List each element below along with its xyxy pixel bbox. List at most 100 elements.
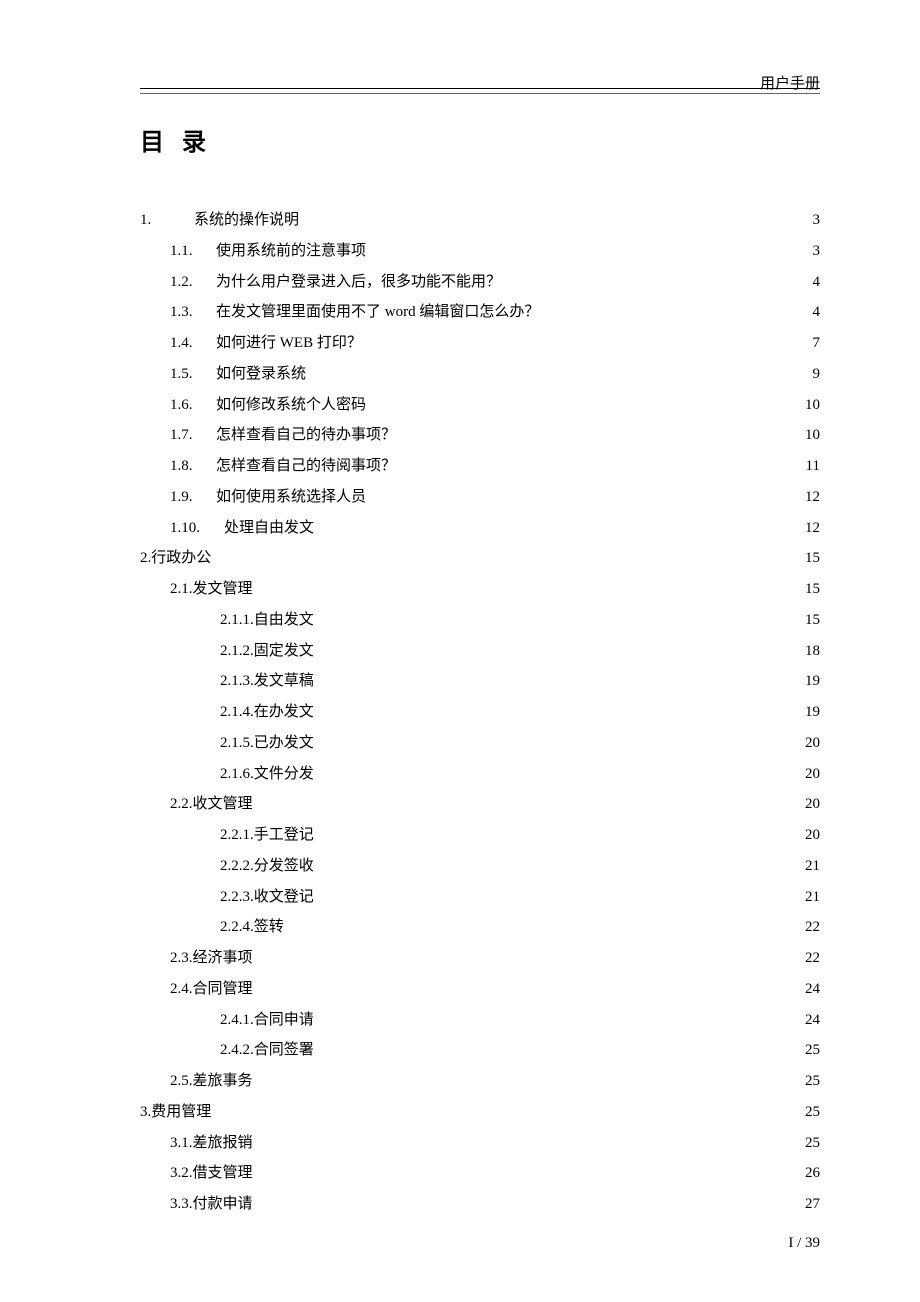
header-rule-top — [140, 88, 820, 89]
toc-page: 15 — [802, 605, 820, 636]
toc-text: 系统的操作说明 — [194, 205, 299, 236]
toc-page: 20 — [802, 789, 820, 820]
toc-row: 2.行政办公 15 — [140, 543, 820, 574]
toc-text: 3.费用管理 — [140, 1097, 211, 1128]
toc-page: 12 — [802, 482, 820, 513]
toc-text: 2.1.6.文件分发 — [220, 759, 314, 790]
toc-text: 如何修改系统个人密码 — [216, 390, 366, 421]
toc-number: 1.7. — [170, 420, 216, 451]
toc-row: 1.5.如何登录系统 9 — [140, 359, 820, 390]
toc-number: 1.6. — [170, 390, 216, 421]
toc-page: 12 — [802, 513, 820, 544]
toc-row: 1.9.如何使用系统选择人员 12 — [140, 482, 820, 513]
toc-text: 3.1.差旅报销 — [170, 1128, 253, 1159]
toc-text: 3.3.付款申请 — [170, 1189, 253, 1220]
toc-page: 10 — [802, 420, 820, 451]
toc-page: 22 — [802, 943, 820, 974]
toc-page: 18 — [802, 636, 820, 667]
toc-row: 2.3.经济事项 22 — [140, 943, 820, 974]
toc-page: 19 — [802, 666, 820, 697]
toc-text: 2.2.收文管理 — [170, 789, 253, 820]
toc-text: 2.1.1.自由发文 — [220, 605, 314, 636]
toc-row: 2.5.差旅事务25 — [140, 1066, 820, 1097]
toc-row: 1.8.怎样查看自己的待阅事项？ 11 — [140, 451, 820, 482]
toc-page: 3 — [802, 236, 820, 267]
toc-page: 9 — [802, 359, 820, 390]
toc-heading: 目 录 — [140, 122, 820, 157]
toc-text: 2.4.2.合同签署 — [220, 1035, 314, 1066]
toc-page: 15 — [802, 543, 820, 574]
toc-text: 2.1.5.已办发文 — [220, 728, 314, 759]
toc-text: 2.2.1.手工登记 — [220, 820, 314, 851]
toc-text: 如何进行 WEB 打印？ — [216, 328, 362, 359]
toc-text: 怎样查看自己的待办事项？ — [216, 420, 396, 451]
toc-text: 2.4.合同管理 — [170, 974, 253, 1005]
toc-text: 怎样查看自己的待阅事项？ — [216, 451, 396, 482]
header-title: 用户手册 — [760, 72, 820, 93]
toc-page: 3 — [802, 205, 820, 236]
toc-page: 25 — [802, 1097, 820, 1128]
toc-number: 1.1. — [170, 236, 216, 267]
toc-number: 1.8. — [170, 451, 216, 482]
toc-row: 2.1.3.发文草稿 19 — [140, 666, 820, 697]
toc-page: 10 — [802, 390, 820, 421]
toc-page: 15 — [802, 574, 820, 605]
toc-page: 24 — [802, 1005, 820, 1036]
toc-page: 27 — [802, 1189, 820, 1220]
toc-row: 2.1.2.固定发文18 — [140, 636, 820, 667]
toc-row: 1.2.为什么用户登录进入后，很多功能不能用？ 4 — [140, 267, 820, 298]
toc-text: 2.3.经济事项 — [170, 943, 253, 974]
toc-page: 4 — [802, 267, 820, 298]
toc-row: 2.4.2.合同签署 25 — [140, 1035, 820, 1066]
toc-text: 为什么用户登录进入后，很多功能不能用？ — [216, 267, 501, 298]
toc-row: 2.4.1.合同申请 24 — [140, 1005, 820, 1036]
toc-page: 25 — [802, 1128, 820, 1159]
toc-number: 1.5. — [170, 359, 216, 390]
toc-page: 21 — [802, 851, 820, 882]
toc-text: 2.行政办公 — [140, 543, 211, 574]
toc-row: 1.10.处理自由发文12 — [140, 513, 820, 544]
toc-row: 1.7.怎样查看自己的待办事项？ 10 — [140, 420, 820, 451]
page-footer: I / 39 — [788, 1235, 820, 1252]
document-page: 用户手册 目 录 1.系统的操作说明31.1.使用系统前的注意事项31.2.为什… — [0, 0, 920, 1302]
toc-list: 1.系统的操作说明31.1.使用系统前的注意事项31.2.为什么用户登录进入后，… — [140, 205, 820, 1220]
toc-row: 3.1.差旅报销 25 — [140, 1128, 820, 1159]
toc-number: 1.4. — [170, 328, 216, 359]
toc-row: 3.3.付款申请 27 — [140, 1189, 820, 1220]
toc-number: 1.9. — [170, 482, 216, 513]
toc-text: 如何登录系统 — [216, 359, 306, 390]
toc-page: 11 — [802, 451, 820, 482]
toc-row: 2.2.1.手工登记20 — [140, 820, 820, 851]
toc-row: 3.费用管理 25 — [140, 1097, 820, 1128]
toc-row: 2.2.4.签转 22 — [140, 912, 820, 943]
toc-page: 4 — [802, 297, 820, 328]
toc-row: 2.2.2.分发签收21 — [140, 851, 820, 882]
toc-text: 如何使用系统选择人员 — [216, 482, 366, 513]
toc-row: 2.4.合同管理 24 — [140, 974, 820, 1005]
toc-row: 1.6.如何修改系统个人密码 10 — [140, 390, 820, 421]
toc-row: 2.1.发文管理 15 — [140, 574, 820, 605]
toc-row: 3.2.借支管理26 — [140, 1158, 820, 1189]
toc-text: 处理自由发文 — [224, 513, 314, 544]
toc-page: 25 — [802, 1035, 820, 1066]
toc-row: 2.2.收文管理 20 — [140, 789, 820, 820]
toc-row: 2.1.6.文件分发20 — [140, 759, 820, 790]
toc-text: 使用系统前的注意事项 — [216, 236, 366, 267]
toc-text: 2.4.1.合同申请 — [220, 1005, 314, 1036]
toc-row: 2.1.4.在办发文19 — [140, 697, 820, 728]
toc-page: 25 — [802, 1066, 820, 1097]
toc-page: 24 — [802, 974, 820, 1005]
toc-number: 1.2. — [170, 267, 216, 298]
toc-number: 1.3. — [170, 297, 216, 328]
toc-text: 2.2.4.签转 — [220, 912, 284, 943]
toc-row: 2.1.1.自由发文 15 — [140, 605, 820, 636]
toc-row: 2.1.5.已办发文20 — [140, 728, 820, 759]
toc-row: 1.1.使用系统前的注意事项 3 — [140, 236, 820, 267]
toc-row: 1.4.如何进行 WEB 打印？7 — [140, 328, 820, 359]
toc-page: 22 — [802, 912, 820, 943]
toc-text: 2.1.发文管理 — [170, 574, 253, 605]
toc-page: 19 — [802, 697, 820, 728]
toc-row: 1.3.在发文管理里面使用不了 word 编辑窗口怎么办？4 — [140, 297, 820, 328]
toc-page: 21 — [802, 882, 820, 913]
toc-text: 2.1.3.发文草稿 — [220, 666, 314, 697]
